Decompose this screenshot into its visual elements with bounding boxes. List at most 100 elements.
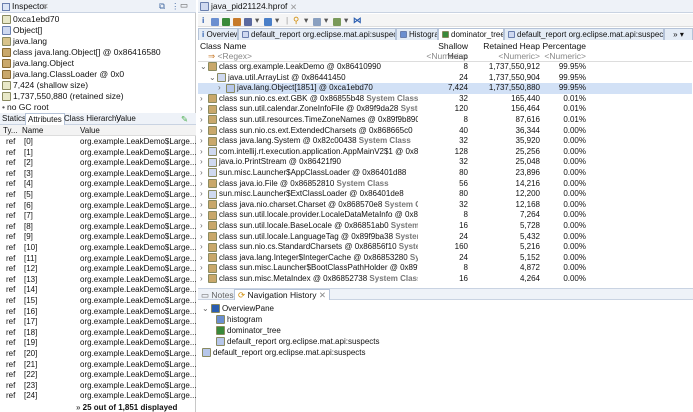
expand-icon[interactable]: › <box>200 136 208 147</box>
expand-icon[interactable]: › <box>200 179 208 190</box>
close-icon[interactable]: ✕ <box>42 2 49 11</box>
expand-icon[interactable]: › <box>200 104 208 115</box>
calc-icon[interactable]: ⋈ <box>353 15 362 26</box>
tab-value[interactable]: Value <box>114 113 138 125</box>
editor-title[interactable]: java_pid21124.hprof <box>211 1 287 11</box>
percentage-filter[interactable]: <Numeric> <box>542 51 586 61</box>
table-row[interactable]: › class java.nio.charset.Charset @ 0x8685… <box>198 200 692 211</box>
search-menu-icon[interactable]: ▾ <box>304 15 308 26</box>
table-row[interactable]: › class sun.util.resources.TimeZoneNames … <box>198 115 692 126</box>
tab-statics[interactable]: Statics <box>0 113 28 125</box>
col-retained-heap[interactable]: Retained Heap <box>470 41 540 51</box>
search-icon[interactable]: ⚲ <box>293 15 299 26</box>
attribute-row[interactable]: ref [3] org.example.LeakDemo$Large... <box>0 169 197 180</box>
col-value[interactable]: Value <box>80 125 100 136</box>
attribute-row[interactable]: ref [18] org.example.LeakDemo$Large... <box>0 328 197 339</box>
table-row[interactable]: › sun.misc.Launcher$ExtClassLoader @ 0x86… <box>198 189 692 200</box>
tab-histogram[interactable]: Histogram <box>396 28 438 40</box>
table-row[interactable]: › class sun.nio.cs.ext.ExtendedCharsets @… <box>198 126 692 137</box>
table-row[interactable]: › class sun.nio.cs.ext.GBK @ 0x86855b48 S… <box>198 94 692 105</box>
col-type[interactable]: Ty... <box>3 125 18 136</box>
tab-navigation-history[interactable]: ⟳ Navigation History ✕ <box>234 289 330 300</box>
attribute-row[interactable]: ref [24] org.example.LeakDemo$Large... <box>0 391 197 402</box>
dominator-icon[interactable] <box>222 16 232 26</box>
collapse-icon[interactable]: ⌄ <box>202 304 211 313</box>
attribute-row[interactable]: ref [20] org.example.LeakDemo$Large... <box>0 349 197 360</box>
history-item[interactable]: default_report org.eclipse.mat.api:suspe… <box>216 336 380 347</box>
attribute-row[interactable]: ref [5] org.example.LeakDemo$Large... <box>0 190 197 201</box>
histogram-icon[interactable] <box>211 16 221 26</box>
table-row[interactable]: › sun.misc.Launcher$AppClassLoader @ 0x86… <box>198 168 692 179</box>
export-menu-icon[interactable]: ▾ <box>344 15 348 26</box>
attribute-row[interactable]: ref [10] org.example.LeakDemo$Large... <box>0 243 197 254</box>
attribute-row[interactable]: ref [21] org.example.LeakDemo$Large... <box>0 360 197 371</box>
tab-overflow[interactable]: » ▾ <box>664 28 693 40</box>
table-row[interactable]: › class java.io.File @ 0x86852810 System … <box>198 179 692 190</box>
attribute-row[interactable]: ref [15] org.example.LeakDemo$Large... <box>0 296 197 307</box>
table-row[interactable]: › class sun.util.locale.BaseLocale @ 0x86… <box>198 221 692 232</box>
regex-filter[interactable]: ⇒ <Regex> <box>208 51 252 62</box>
col-percentage[interactable]: Percentage <box>542 41 586 51</box>
history-item[interactable]: default_report org.eclipse.mat.api:suspe… <box>202 347 366 358</box>
table-row[interactable]: ⌄ java.util.ArrayList @ 0x86441450 24 1,73… <box>198 73 692 84</box>
table-row[interactable]: › java.lang.Object[1851] @ 0xca1ebd70 7,4… <box>198 83 692 94</box>
expand-icon[interactable]: › <box>200 94 208 105</box>
oql-icon[interactable] <box>233 16 243 26</box>
table-row[interactable]: › java.io.PrintStream @ 0x86421f90 32 25,0… <box>198 157 692 168</box>
export-icon[interactable] <box>333 16 343 26</box>
query-menu-icon[interactable]: ▾ <box>255 15 259 26</box>
history-item[interactable]: histogram <box>216 314 262 325</box>
history-item[interactable]: dominator_tree <box>216 325 281 336</box>
report-menu-icon[interactable]: ▾ <box>275 15 279 26</box>
expand-icon[interactable]: › <box>200 200 208 211</box>
edit-icon[interactable]: ✎ <box>181 114 188 125</box>
shallow-filter[interactable]: <Numeric> <box>419 51 468 61</box>
expand-icon[interactable]: › <box>200 221 208 232</box>
table-row[interactable]: › class sun.util.locale.provider.LocaleDa… <box>198 210 692 221</box>
info-icon[interactable]: i <box>202 15 204 25</box>
table-row[interactable]: › class java.lang.System @ 0x82c00438 Sys… <box>198 136 692 147</box>
attribute-row[interactable]: ref [17] org.example.LeakDemo$Large... <box>0 317 197 328</box>
expand-icon[interactable]: › <box>200 189 208 200</box>
tab-default-report[interactable]: default_report org.eclipse.mat.api:suspe… <box>238 28 396 40</box>
history-item[interactable]: ⌄ OverviewPane <box>202 303 274 314</box>
table-row[interactable]: › class sun.util.calendar.ZoneInfoFile @ … <box>198 104 692 115</box>
expand-icon[interactable]: › <box>200 263 208 274</box>
collapse-icon[interactable]: ⌄ <box>200 62 208 73</box>
attribute-row[interactable]: ref [1] org.example.LeakDemo$Large... <box>0 148 197 159</box>
attribute-row[interactable]: ref [6] org.example.LeakDemo$Large... <box>0 201 197 212</box>
attribute-row[interactable]: ref [0] org.example.LeakDemo$Large... <box>0 137 197 148</box>
attribute-row[interactable]: ref [22] org.example.LeakDemo$Large... <box>0 370 197 381</box>
expand-icon[interactable]: › <box>200 115 208 126</box>
table-row[interactable]: › class sun.nio.cs.StandardCharsets @ 0x8… <box>198 242 692 253</box>
grouping-menu-icon[interactable]: ▾ <box>324 15 328 26</box>
attribute-row[interactable]: ref [19] org.example.LeakDemo$Large... <box>0 338 197 349</box>
retained-filter[interactable]: <Numeric> <box>470 51 540 61</box>
tab-attributes[interactable]: Attributes <box>25 113 65 125</box>
view-menu-icon[interactable]: ⋮ <box>171 1 180 12</box>
table-row[interactable]: ⌄ class org.example.LeakDemo @ 0x86410990… <box>198 62 692 73</box>
expand-icon[interactable]: › <box>200 157 208 168</box>
table-row[interactable]: › class sun.misc.MetaIndex @ 0x86852738 S… <box>198 274 692 284</box>
attribute-row[interactable]: ref [16] org.example.LeakDemo$Large... <box>0 307 197 318</box>
tab-overview[interactable]: i Overview <box>198 28 238 40</box>
expand-icon[interactable]: › <box>200 168 208 179</box>
report-icon[interactable] <box>264 16 274 26</box>
tab-dominator-tree[interactable]: dominator_tree ✕ <box>438 28 504 40</box>
col-class-name[interactable]: Class Name <box>200 41 246 51</box>
attribute-row[interactable]: ref [14] org.example.LeakDemo$Large... <box>0 285 197 296</box>
expand-icon[interactable]: › <box>200 242 208 253</box>
attribute-row[interactable]: ref [11] org.example.LeakDemo$Large... <box>0 254 197 265</box>
attribute-row[interactable]: ref [23] org.example.LeakDemo$Large... <box>0 381 197 392</box>
expand-icon[interactable]: › <box>200 253 208 264</box>
table-row[interactable]: › class sun.util.locale.LanguageTag @ 0x8… <box>198 232 692 243</box>
collapse-icon[interactable]: ⌄ <box>209 73 217 84</box>
expand-icon[interactable]: › <box>200 232 208 243</box>
attribute-row[interactable]: ref [4] org.example.LeakDemo$Large... <box>0 179 197 190</box>
attribute-row[interactable]: ref [7] org.example.LeakDemo$Large... <box>0 211 197 222</box>
close-icon[interactable]: ✕ <box>290 2 297 13</box>
table-row[interactable]: › com.intellij.rt.execution.application.A… <box>198 147 692 158</box>
attribute-row[interactable]: ref [9] org.example.LeakDemo$Large... <box>0 232 197 243</box>
minimize-icon[interactable]: ▭ <box>180 0 188 11</box>
tab-notes[interactable]: ▭ Notes <box>201 290 234 301</box>
